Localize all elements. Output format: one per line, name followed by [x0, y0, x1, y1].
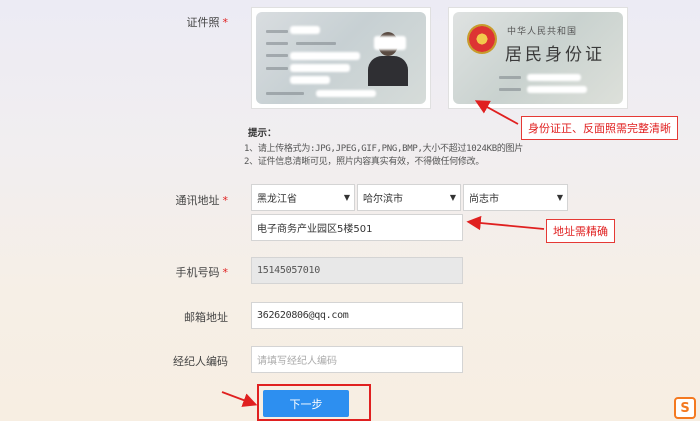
input-method-logo-icon: S: [674, 397, 696, 419]
annotation-arrows: [221, 100, 545, 407]
address-arrow: [466, 215, 545, 231]
id-photo-arrow: [474, 100, 519, 125]
button-arrow: [221, 391, 258, 407]
